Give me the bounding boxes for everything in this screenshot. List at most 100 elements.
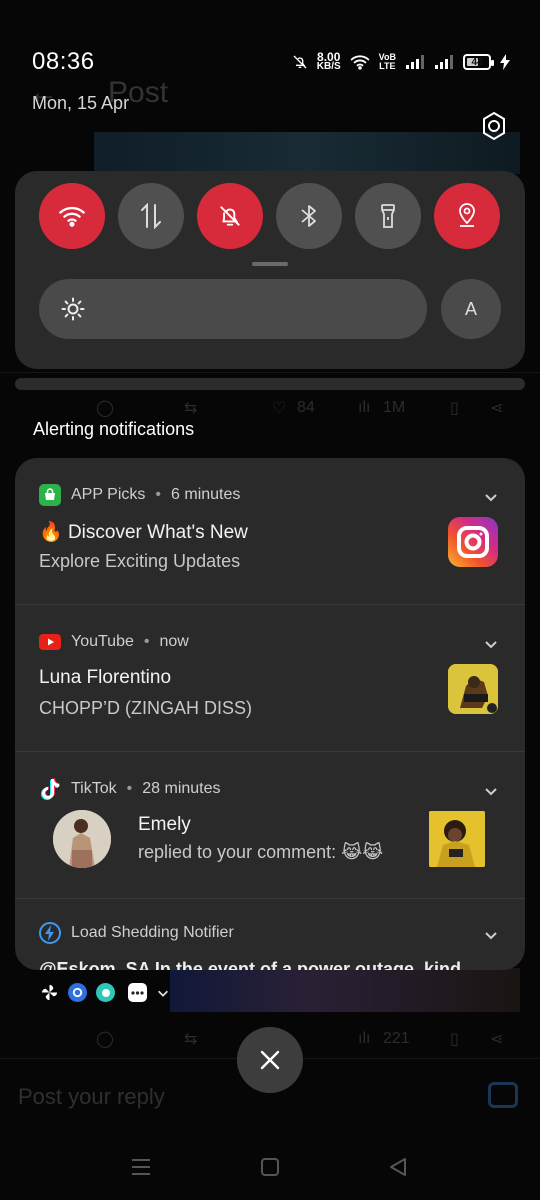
tiktok-icon	[39, 778, 61, 800]
wifi-status-icon	[350, 55, 369, 70]
background-post-image	[94, 132, 520, 174]
reply-placeholder: Post your reply	[18, 1084, 165, 1109]
notification-title-text: Discover What's New	[67, 522, 248, 543]
back-icon[interactable]	[389, 1157, 407, 1177]
qs-tile-mobile-data[interactable]	[118, 183, 184, 249]
close-icon	[260, 1050, 280, 1070]
app-name: APP Picks	[71, 486, 146, 503]
battery-level: 44	[471, 56, 483, 68]
views-count: 1M	[383, 399, 406, 416]
quick-settings-panel: A	[15, 171, 525, 369]
comment-icon: ◯	[96, 400, 114, 417]
status-icons: 8.00 KB/S VoB LTE 44	[292, 51, 510, 72]
notification-body: CHOPP’D (ZINGAH DISS)	[39, 698, 253, 718]
battery-icon: 44	[463, 54, 494, 70]
notification-time: 28 minutes	[142, 780, 221, 797]
camera-icon	[488, 1082, 518, 1108]
notification-header: Load Shedding Notifier	[39, 922, 234, 944]
notification-body: Explore Exciting Updates	[39, 551, 241, 571]
repost-icon: ⇆	[184, 400, 198, 417]
bell-off-icon	[293, 55, 307, 69]
settings-gear-icon[interactable]	[478, 110, 510, 142]
qs-collapsed-handle[interactable]	[15, 378, 525, 390]
lightning-icon	[39, 922, 61, 944]
more-apps-icon	[128, 983, 147, 1002]
separator-dot: •	[126, 780, 133, 797]
photo-thumbnail	[429, 811, 485, 867]
chevron-down-icon[interactable]	[483, 636, 499, 652]
app-name: TikTok	[71, 780, 117, 797]
views-icon: ılı	[358, 1030, 371, 1047]
wifi-icon	[59, 206, 85, 227]
likes-count-2: 221	[383, 1030, 410, 1047]
chat-app-icon	[96, 983, 115, 1002]
notification-body: replied to your comment: 😹😹	[138, 842, 384, 862]
location-icon	[459, 203, 475, 227]
pinwheel-icon	[40, 983, 59, 1002]
app-name: Load Shedding Notifier	[71, 924, 234, 941]
network-speed-unit: KB/S	[316, 61, 341, 72]
album-art	[448, 664, 498, 714]
fire-emoji: 🔥	[39, 522, 63, 543]
notification-app-picks[interactable]: APP Picks • 6 minutes 🔥 Discover What's …	[15, 458, 525, 604]
chevron-down-icon[interactable]	[483, 489, 499, 505]
like-icon: ♡	[272, 400, 287, 417]
youtube-icon	[39, 631, 61, 653]
charging-icon	[500, 54, 510, 70]
views-icon: ılı	[358, 399, 371, 416]
notification-youtube[interactable]: YouTube • now Luna Florentino CHOPP’D (Z…	[15, 605, 525, 751]
notification-time: now	[159, 633, 189, 650]
sync-app-icon	[68, 983, 87, 1002]
bluetooth-icon	[301, 205, 316, 227]
app-name: YouTube	[71, 633, 134, 650]
qs-tile-bluetooth[interactable]	[276, 183, 342, 249]
status-time: 08:36	[32, 48, 95, 75]
notification-body: @Eskom_SA In the event of a power outage…	[39, 959, 461, 970]
home-icon[interactable]	[261, 1158, 279, 1176]
sun-icon	[61, 297, 85, 321]
app-picks-icon	[39, 484, 61, 506]
qs-tile-silent[interactable]	[197, 183, 263, 249]
notification-time: 6 minutes	[171, 486, 241, 503]
status-date: Mon, 15 Apr	[32, 93, 130, 113]
overflow-notification-icons[interactable]	[40, 983, 170, 1002]
brightness-slider[interactable]	[39, 279, 427, 339]
notification-header: TikTok • 28 minutes	[39, 778, 221, 800]
qs-tile-location[interactable]	[434, 183, 500, 249]
chevron-down-icon[interactable]	[483, 927, 499, 943]
notification-title: Emely	[138, 814, 191, 835]
comment-icon: ◯	[96, 1031, 114, 1048]
bell-off-icon	[220, 206, 240, 226]
separator-dot: •	[155, 486, 162, 503]
share-icon: ⋖	[490, 400, 504, 417]
volte-bottom-label: LTE	[379, 61, 396, 71]
signal-icon-sim1	[406, 55, 424, 69]
notification-load-shedding[interactable]: Load Shedding Notifier @Eskom_SA In the …	[15, 899, 525, 970]
notification-tiktok[interactable]: TikTok • 28 minutes Emely replied to you…	[15, 752, 525, 898]
avatar	[53, 810, 111, 868]
notification-title: Luna Florentino	[39, 667, 172, 688]
bookmark-icon: ▯	[450, 1031, 459, 1048]
qs-drag-handle[interactable]	[252, 262, 288, 266]
flashlight-icon	[381, 204, 395, 228]
chevron-down-icon[interactable]	[483, 783, 499, 799]
notification-header: APP Picks • 6 minutes	[39, 484, 240, 506]
auto-brightness-button[interactable]: A	[441, 279, 501, 339]
notification-header: YouTube • now	[39, 631, 189, 653]
bookmark-icon: ▯	[450, 400, 459, 417]
notification-title: 🔥 Discover What's New	[39, 520, 248, 544]
navigation-bar	[0, 1140, 540, 1200]
signal-icon-sim2	[435, 55, 453, 69]
section-title-alerting: Alerting notifications	[33, 419, 195, 439]
qs-tile-wifi[interactable]	[39, 183, 105, 249]
network-speed: 8.00 KB/S	[316, 51, 341, 72]
likes-count: 84	[297, 399, 315, 416]
divider	[0, 372, 540, 373]
clear-all-button[interactable]	[237, 1027, 303, 1093]
separator-dot: •	[143, 633, 150, 650]
volte-icon: VoB LTE	[379, 53, 396, 71]
recents-icon[interactable]	[131, 1158, 151, 1176]
qs-tile-flashlight[interactable]	[355, 183, 421, 249]
share-icon: ⋖	[490, 1031, 504, 1048]
chevron-down-icon[interactable]	[156, 986, 170, 1000]
